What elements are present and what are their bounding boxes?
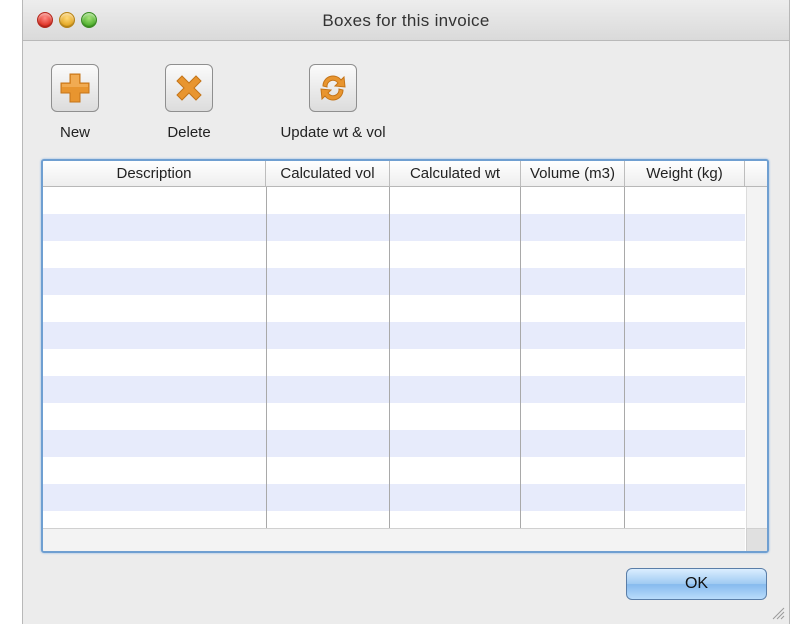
column-divider xyxy=(624,187,625,529)
table-row[interactable] xyxy=(43,484,745,511)
update-button[interactable] xyxy=(309,64,357,112)
column-header-description[interactable]: Description xyxy=(43,161,266,186)
vertical-scrollbar[interactable] xyxy=(746,187,767,529)
new-button[interactable] xyxy=(51,64,99,112)
table-row[interactable] xyxy=(43,187,745,214)
table-row[interactable] xyxy=(43,430,745,457)
plus-icon xyxy=(60,73,90,103)
table-row[interactable] xyxy=(43,376,745,403)
window-title: Boxes for this invoice xyxy=(322,11,490,30)
new-label: New xyxy=(59,124,90,141)
resize-grip-icon[interactable] xyxy=(771,606,785,620)
table-row[interactable] xyxy=(43,214,745,241)
column-header-weight[interactable]: Weight (kg) xyxy=(625,161,745,186)
table-row[interactable] xyxy=(43,457,745,484)
new-tool[interactable]: New xyxy=(49,64,101,141)
scrollbar-corner xyxy=(746,528,767,551)
table-row[interactable] xyxy=(43,403,745,430)
table-row[interactable] xyxy=(43,511,745,527)
ok-button[interactable]: OK xyxy=(626,568,767,600)
table-row[interactable] xyxy=(43,349,745,376)
column-divider xyxy=(266,187,267,529)
column-divider xyxy=(389,187,390,529)
update-tool[interactable]: Update wt & vol xyxy=(273,64,393,141)
table-row[interactable] xyxy=(43,322,745,349)
dialog-window: Boxes for this invoice New Delete Update xyxy=(22,0,790,624)
delete-tool[interactable]: Delete xyxy=(163,64,215,141)
horizontal-scrollbar[interactable] xyxy=(43,528,745,551)
column-header-volume[interactable]: Volume (m3) xyxy=(521,161,625,186)
x-icon xyxy=(176,75,202,101)
delete-label: Delete xyxy=(167,124,211,141)
table-body[interactable] xyxy=(43,187,745,527)
title-bar[interactable]: Boxes for this invoice xyxy=(23,0,789,41)
table-row[interactable] xyxy=(43,241,745,268)
refresh-icon xyxy=(320,75,346,101)
column-divider xyxy=(520,187,521,529)
column-header-calculated-wt[interactable]: Calculated wt xyxy=(390,161,521,186)
table-header: Description Calculated vol Calculated wt… xyxy=(43,161,767,187)
column-header-calculated-vol[interactable]: Calculated vol xyxy=(266,161,390,186)
table-row[interactable] xyxy=(43,268,745,295)
delete-button[interactable] xyxy=(165,64,213,112)
boxes-table[interactable]: Description Calculated vol Calculated wt… xyxy=(41,159,769,553)
update-label: Update wt & vol xyxy=(280,124,386,141)
table-row[interactable] xyxy=(43,295,745,322)
